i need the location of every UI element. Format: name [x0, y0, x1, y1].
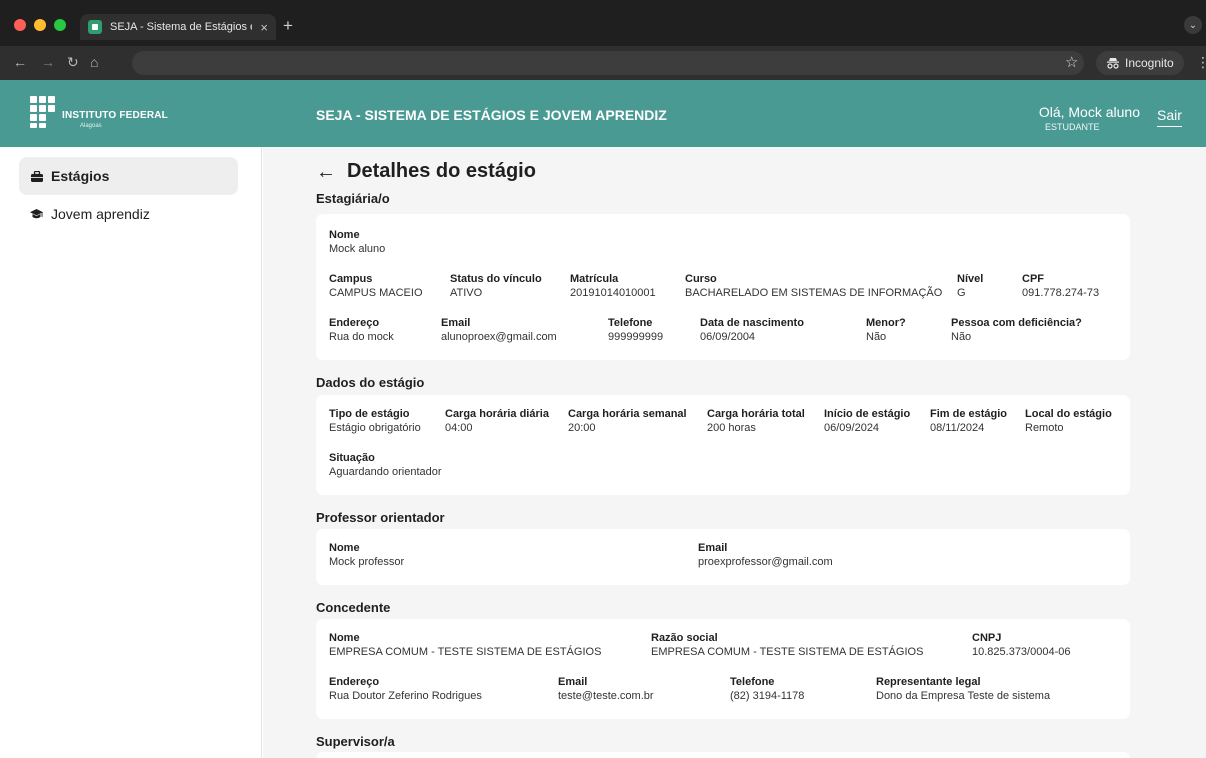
app-header: INSTITUTO FEDERAL Alagoas SEJA - SISTEMA…: [0, 80, 1206, 147]
browser-toolbar: ← → ↻ ⌂ ☆ Incognito ⋮: [0, 46, 1206, 80]
user-role: ESTUDANTE: [1045, 122, 1100, 132]
field-nome: Nome Mock aluno: [329, 229, 386, 255]
section-title-dados-estagio: Dados do estágio: [316, 375, 425, 390]
sidebar-item-estagios[interactable]: Estágios: [19, 157, 238, 195]
field-orientador-nome: Nome Mock professor: [329, 542, 405, 568]
field-razao-social: Razão social EMPRESA COMUM - TESTE SISTEM…: [651, 632, 924, 658]
minimize-window-button[interactable]: [34, 19, 46, 31]
browser-tab[interactable]: SEJA - Sistema de Estágios e Jovem Apren…: [80, 14, 276, 40]
favicon-icon: [88, 20, 102, 34]
card-concedente: Nome EMPRESA COMUM - TESTE SISTEMA DE EST…: [316, 619, 1130, 719]
page-title: Detalhes do estágio: [347, 160, 536, 182]
field-pessoa-deficiencia: Pessoa com deficiência? Não: [951, 317, 1082, 343]
back-icon[interactable]: ←: [13, 54, 27, 70]
field-matricula: Matrícula 20191014010001: [570, 273, 656, 299]
field-orientador-email: Email proexprofessor@gmail.com: [698, 542, 833, 568]
sidebar-item-label: Estágios: [51, 168, 110, 184]
incognito-icon: [1107, 58, 1119, 69]
section-title-orientador: Professor orientador: [316, 510, 445, 525]
field-concedente-endereco: Endereço Rua Doutor Zeferino Rodrigues: [329, 676, 482, 702]
field-situacao: Situação Aguardando orientador: [329, 452, 442, 478]
tab-search-icon[interactable]: ⌄: [1184, 16, 1202, 34]
section-title-supervisor: Supervisor/a: [316, 734, 395, 749]
field-cpf: CPF 091.778.274-73: [1022, 273, 1100, 299]
field-curso: Curso BACHARELADO EM SISTEMAS DE INFORMAÇ…: [685, 273, 943, 299]
logo-grid-icon: [30, 96, 56, 128]
field-menor: Menor? Não: [866, 317, 906, 343]
field-endereco: Endereço Rua do mock: [329, 317, 394, 343]
field-nivel: Nível G: [957, 273, 984, 299]
reload-icon[interactable]: ↻: [67, 54, 79, 70]
user-greeting: Olá, Mock aluno: [1038, 104, 1140, 120]
tab-close-icon[interactable]: ×: [260, 20, 268, 35]
field-carga-total: Carga horária total 200 horas: [707, 408, 805, 434]
field-telefone: Telefone 999999999: [608, 317, 664, 343]
card-estagiario: Nome Mock aluno Campus CAMPUS MACEIO Statu…: [316, 214, 1130, 360]
field-fim-estagio: Fim de estágio 08/11/2024: [930, 408, 1008, 434]
field-tipo-estagio: Tipo de estágio Estágio obrigatório: [329, 408, 421, 434]
home-icon[interactable]: ⌂: [90, 54, 98, 70]
card-orientador: Nome Mock professor Email proexprofessor@g…: [316, 529, 1130, 585]
new-tab-button[interactable]: +: [283, 17, 293, 34]
browser-tab-bar: SEJA - Sistema de Estágios e Jovem Apren…: [0, 0, 1206, 46]
bookmark-star-icon[interactable]: ☆: [1065, 53, 1078, 71]
field-campus: Campus CAMPUS MACEIO: [329, 273, 423, 299]
address-bar[interactable]: [132, 51, 1084, 75]
sidebar-item-label: Jovem aprendiz: [51, 206, 150, 222]
field-concedente-email: Email teste@teste.com.br: [558, 676, 654, 702]
incognito-indicator[interactable]: Incognito: [1096, 51, 1184, 75]
field-data-nascimento: Data de nascimento 06/09/2004: [700, 317, 804, 343]
field-inicio-estagio: Início de estágio 06/09/2024: [824, 408, 911, 434]
browser-menu-icon[interactable]: ⋮: [1196, 54, 1206, 71]
logout-link[interactable]: Sair: [1157, 107, 1182, 127]
tab-title: SEJA - Sistema de Estágios e Jovem Apren…: [110, 21, 252, 33]
field-concedente-nome: Nome EMPRESA COMUM - TESTE SISTEMA DE EST…: [329, 632, 602, 658]
close-window-button[interactable]: [14, 19, 26, 31]
graduation-cap-icon: [30, 208, 43, 221]
back-arrow-icon[interactable]: ←: [316, 161, 336, 183]
logo-text: INSTITUTO FEDERAL: [62, 110, 168, 121]
section-title-concedente: Concedente: [316, 600, 391, 615]
card-dados-estagio: Tipo de estágio Estágio obrigatório Carga…: [316, 395, 1130, 495]
field-local-estagio: Local do estágio Remoto: [1025, 408, 1112, 434]
field-carga-semanal: Carga horária semanal 20:00: [568, 408, 687, 434]
logo-subtitle: Alagoas: [80, 123, 102, 129]
field-concedente-telefone: Telefone (82) 3194-1178: [730, 676, 805, 702]
field-carga-diaria: Carga horária diária 04:00: [445, 408, 549, 434]
maximize-window-button[interactable]: [54, 19, 66, 31]
briefcase-icon: [30, 170, 43, 183]
section-title-estagiario: Estagiária/o: [316, 191, 390, 206]
forward-icon[interactable]: →: [41, 54, 55, 70]
field-status-vinculo: Status do vínculo ATIVO: [450, 273, 542, 299]
field-cnpj: CNPJ 10.825.373/0004-06: [972, 632, 1071, 658]
sidebar: Estágios Jovem aprendiz: [10, 147, 262, 758]
main-content: ← Detalhes do estágio Estagiária/o Nome M…: [263, 147, 1206, 758]
field-representante-legal: Representante legal Dono da Empresa Teste…: [876, 676, 1051, 702]
incognito-label: Incognito: [1125, 56, 1174, 70]
field-email: Email alunoproex@gmail.com: [441, 317, 557, 343]
sidebar-item-jovem-aprendiz[interactable]: Jovem aprendiz: [19, 195, 238, 233]
app-title: SEJA - SISTEMA DE ESTÁGIOS E JOVEM APREN…: [316, 107, 667, 123]
card-supervisor: [316, 752, 1130, 758]
